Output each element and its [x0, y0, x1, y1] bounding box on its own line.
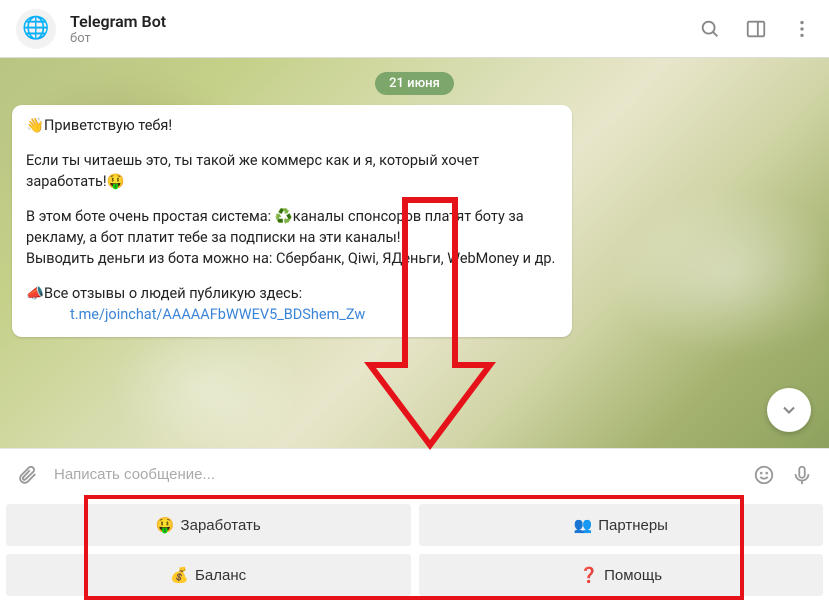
msg-greeting: 👋Приветствую тебя!: [26, 115, 558, 136]
header-titles[interactable]: Telegram Bot бот: [70, 12, 699, 46]
kb-partners-button[interactable]: 👥 Партнеры: [419, 504, 824, 546]
msg-p3: 📣Все отзывы о людей публикую здесь:: [26, 283, 558, 304]
kb-balance-button[interactable]: 💰 Баланс: [6, 554, 411, 596]
bot-message: 👋Приветствую тебя! Если ты читаешь это, …: [12, 105, 572, 337]
msg-p2a: В этом боте очень простая система: ♻️кан…: [26, 206, 558, 248]
voice-icon[interactable]: [791, 464, 813, 486]
moneybag-icon: 💰: [170, 566, 189, 584]
kb-label: Помощь: [604, 567, 662, 584]
emoji-icon[interactable]: [753, 464, 775, 486]
question-icon: ❓: [579, 566, 598, 584]
more-menu-icon[interactable]: [791, 18, 813, 40]
avatar-emoji: 🌐: [22, 16, 49, 41]
kb-label: Заработать: [181, 517, 261, 534]
people-icon: 👥: [574, 516, 593, 534]
chat-header: 🌐 Telegram Bot бот: [0, 0, 829, 58]
chat-title: Telegram Bot: [70, 12, 699, 31]
kb-label: Баланс: [195, 567, 246, 584]
chat-messages-area: 21 июня 👋Приветствую тебя! Если ты читае…: [0, 58, 829, 448]
scroll-to-bottom-button[interactable]: [767, 388, 811, 432]
message-input[interactable]: [54, 466, 737, 483]
kb-earn-button[interactable]: 🤑 Заработать: [6, 504, 411, 546]
avatar[interactable]: 🌐: [16, 9, 56, 49]
keyboard-row: 🤑 Заработать 👥 Партнеры: [6, 504, 823, 546]
keyboard-row: 💰 Баланс ❓ Помощь: [6, 554, 823, 596]
msg-p2b: Выводить деньги из бота можно на: Сберба…: [26, 248, 558, 269]
kb-label: Партнеры: [598, 517, 668, 534]
bot-keyboard: 🤑 Заработать 👥 Партнеры 💰 Баланс ❓ Помощ…: [0, 500, 829, 602]
search-icon[interactable]: [699, 18, 721, 40]
date-badge: 21 июня: [375, 72, 454, 95]
money-face-icon: 🤑: [156, 516, 175, 534]
chat-subtitle: бот: [70, 31, 699, 46]
attach-icon[interactable]: [16, 464, 38, 486]
kb-help-button[interactable]: ❓ Помощь: [419, 554, 824, 596]
msg-link[interactable]: t.me/joinchat/AAAAAFbWWEV5_BDShem_Zw: [70, 306, 365, 323]
sidebar-toggle-icon[interactable]: [745, 18, 767, 40]
header-actions: [699, 18, 813, 40]
msg-p1: Если ты читаешь это, ты такой же коммерс…: [26, 150, 558, 192]
message-input-row: [0, 448, 829, 500]
